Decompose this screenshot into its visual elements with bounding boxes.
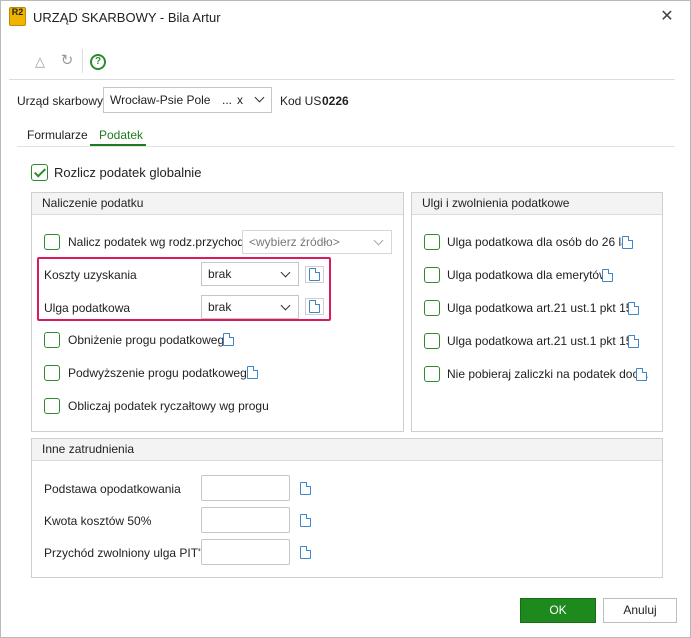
koszty-select[interactable]: brak [201, 262, 299, 286]
cancel-button[interactable]: Anuluj [603, 598, 677, 623]
nalicz-checkbox[interactable] [44, 234, 60, 250]
chevron-down-icon[interactable] [373, 235, 384, 246]
ulga-153-label: Ulga podatkowa art.21 ust.1 pkt 153 [447, 334, 640, 348]
ulga-label: Ulga podatkowa [44, 301, 131, 315]
naliczenie-title: Naliczenie podatku [32, 193, 403, 215]
chevron-down-icon[interactable] [280, 300, 291, 311]
window-title: URZĄD SKARBOWY - Bila Artur [33, 10, 221, 25]
document-icon [309, 268, 320, 281]
ulga-value: brak [208, 300, 232, 314]
dialog-window: R2 URZĄD SKARBOWY - Bila Artur ✕ △ ↻ ? U… [0, 0, 691, 638]
office-clear-button[interactable]: x [237, 93, 243, 107]
zaliczka-label: Nie pobieraj zaliczki na podatek doch. [447, 367, 649, 381]
ulga-152-checkbox[interactable] [424, 300, 440, 316]
up-arrow-icon[interactable]: △ [31, 53, 49, 71]
ulga-153-checkbox[interactable] [424, 333, 440, 349]
zaliczka-checkbox[interactable] [424, 366, 440, 382]
podwyzszenie-doc-icon[interactable] [247, 366, 258, 379]
help-icon[interactable]: ? [90, 54, 106, 70]
ulga-select[interactable]: brak [201, 295, 299, 319]
toolbar-divider [82, 49, 83, 73]
podwyzszenie-label: Podwyższenie progu podatkowego [68, 366, 254, 380]
ulga-152-label: Ulga podatkowa art.21 ust.1 pkt 152 [447, 301, 640, 315]
refresh-icon[interactable]: ↻ [58, 52, 76, 70]
podstawa-input[interactable] [201, 475, 290, 501]
podwyzszenie-checkbox[interactable] [44, 365, 60, 381]
app-icon: R2 [9, 7, 26, 26]
toolbar-separator [9, 79, 675, 80]
ryczalt-checkbox[interactable] [44, 398, 60, 414]
podstawa-doc-icon[interactable] [300, 482, 311, 495]
chevron-down-icon[interactable] [280, 267, 291, 278]
koszty-doc-button[interactable] [305, 266, 324, 283]
obnizenie-checkbox[interactable] [44, 332, 60, 348]
office-select[interactable]: Wrocław-Psie Pole ... x [103, 87, 272, 113]
office-ellipsis-button[interactable]: ... [222, 93, 232, 107]
global-checkbox[interactable] [31, 164, 48, 181]
chevron-down-icon[interactable] [254, 92, 265, 103]
tab-formularze[interactable]: Formularze [27, 128, 88, 142]
zaliczka-doc-icon[interactable] [636, 368, 647, 381]
ulga-emeryci-doc-icon[interactable] [602, 269, 613, 282]
ulga-doc-button[interactable] [305, 298, 324, 315]
kwota-label: Kwota kosztów 50% [44, 514, 152, 528]
inne-title: Inne zatrudnienia [32, 439, 662, 461]
koszty-label: Koszty uzyskania [44, 268, 137, 282]
obnizenie-label: Obniżenie progu podatkowego [68, 333, 231, 347]
nalicz-label: Nalicz podatek wg rodz.przychodu [68, 235, 251, 249]
close-icon[interactable]: ✕ [657, 7, 677, 27]
ulga-153-doc-icon[interactable] [628, 335, 639, 348]
office-code-value: 0226 [322, 94, 349, 108]
przychod-input[interactable] [201, 539, 290, 565]
document-icon [309, 300, 320, 313]
ok-button[interactable]: OK [520, 598, 596, 623]
ulga-26-checkbox[interactable] [424, 234, 440, 250]
kwota-input[interactable] [201, 507, 290, 533]
tab-podatek[interactable]: Podatek [99, 128, 143, 142]
ulga-26-label: Ulga podatkowa dla osób do 26 lat [447, 235, 632, 249]
podstawa-label: Podstawa opodatkowania [44, 482, 181, 496]
ulgi-title: Ulgi i zwolnienia podatkowe [412, 193, 662, 215]
koszty-value: brak [208, 267, 232, 281]
obnizenie-doc-icon[interactable] [223, 333, 234, 346]
przychod-label: Przychód zwolniony ulga PIT"0" [44, 546, 214, 560]
global-label: Rozlicz podatek globalnie [54, 165, 202, 180]
ulga-emeryci-checkbox[interactable] [424, 267, 440, 283]
kwota-doc-icon[interactable] [300, 514, 311, 527]
office-value: Wrocław-Psie Pole [110, 93, 211, 107]
ryczalt-label: Obliczaj podatek ryczałtowy wg progu [68, 399, 269, 413]
tabs-separator [17, 146, 675, 147]
office-code-label: Kod US [280, 94, 322, 108]
source-select[interactable]: <wybierz źródło> [242, 230, 392, 254]
przychod-doc-icon[interactable] [300, 546, 311, 559]
source-placeholder: <wybierz źródło> [249, 235, 340, 249]
ulga-26-doc-icon[interactable] [622, 236, 633, 249]
ulga-emeryci-label: Ulga podatkowa dla emerytów [447, 268, 608, 282]
ulga-152-doc-icon[interactable] [628, 302, 639, 315]
office-label: Urząd skarbowy [17, 94, 104, 108]
